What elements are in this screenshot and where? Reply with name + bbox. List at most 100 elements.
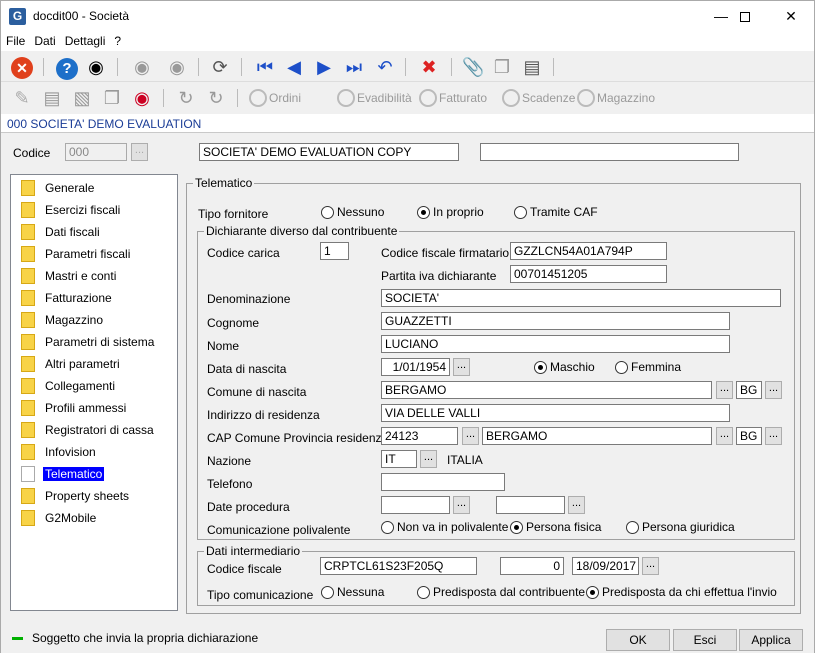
comune-nascita-lookup-button[interactable]: ... [716,381,733,399]
prov-residenza-lookup-button[interactable]: ... [765,427,782,445]
intermediario-group-title: Dati intermediario [204,544,303,558]
history-user-icon[interactable]: ↻ [205,87,227,109]
codice-field[interactable]: 000 [65,143,127,161]
denominazione-field[interactable]: SOCIETA' [381,289,781,307]
exit-icon[interactable]: ✕ [11,56,33,79]
date-procedura-to-field[interactable] [496,496,565,514]
nazione-code-field[interactable]: IT [381,450,417,468]
folder-icon [21,312,35,328]
help-icon[interactable]: ? [56,56,78,80]
interm-data-picker[interactable]: ... [642,557,659,575]
folder-icon [21,180,35,196]
descrizione2-field[interactable] [480,143,739,161]
close-window-button[interactable]: ✕ [768,1,814,31]
menu-bar: File Dati Dettagli? [1,31,814,51]
cap-field[interactable]: 24123 [381,427,458,445]
refresh-icon[interactable]: ⟳ [209,56,231,78]
ordini-button[interactable]: Ordini [249,89,301,107]
comune-residenza-field[interactable]: BERGAMO [482,427,712,445]
nome-field[interactable]: LUCIANO [381,335,730,353]
comune-residenza-lookup-button[interactable]: ... [716,427,733,445]
cf-firmatario-field[interactable]: GZZLCN54A01A794P [510,242,667,260]
menu-file[interactable]: File [1,31,29,48]
codice-carica-label: Codice carica [207,246,280,260]
ok-button[interactable]: OK [606,629,670,651]
interm-cf-field[interactable]: CRPTCL61S23F205Q [320,557,477,575]
status-text: Soggetto che invia la propria dichiarazi… [32,631,259,645]
esci-button[interactable]: Esci [673,629,737,651]
date-procedura-to-picker[interactable]: ... [568,496,585,514]
cognome-field[interactable]: GUAZZETTI [381,312,730,330]
undo-icon[interactable]: ↶ [374,56,396,78]
interm-number-field[interactable]: 0 [500,557,564,575]
main-toolbar: ✕ ? ◉ ◉ ◉ ⟳ ⏮ ◀ ▶ ⏭ ↶ ✖ 📎 ❐ ▤ [1,52,814,82]
folder-icon [21,488,35,504]
menu-dettagli[interactable]: Dettagli [60,31,110,48]
application-window: G docdit00 - Società — ✕ File Dati Dettagl… [0,0,815,653]
last-record-icon[interactable]: ⏭ [343,56,365,78]
comune-nascita-label: Comune di nascita [207,385,307,399]
denominazione-label: Denominazione [207,292,291,306]
date-procedura-from-field[interactable] [381,496,450,514]
interm-data-field[interactable]: 18/09/2017 [572,557,639,575]
indirizzo-field[interactable]: VIA DELLE VALLI [381,404,730,422]
copy-icon[interactable]: ❐ [491,56,513,78]
find-icon[interactable]: ◉ [131,56,153,78]
indirizzo-label: Indirizzo di residenza [207,408,320,422]
first-record-icon[interactable]: ⏮ [254,56,276,78]
prov-nascita-field[interactable]: BG [736,381,762,399]
binoculars-icon[interactable]: ◉ [85,56,107,78]
layout-icon[interactable]: ▤ [521,56,543,78]
folder-icon [21,224,35,240]
maximize-button[interactable] [722,1,768,31]
record-header-band: 000 SOCIETA' DEMO EVALUATION [1,114,814,133]
cap-lookup-button[interactable]: ... [462,427,479,445]
data-nascita-field[interactable]: 1/01/1954 [381,358,450,376]
copy-pages-icon[interactable]: ❐ [101,87,123,109]
tipo-comunicazione-label: Tipo comunicazione [207,588,314,602]
piva-label: Partita iva dichiarante [381,269,497,283]
next-record-icon[interactable]: ▶ [313,56,335,78]
date-procedura-label: Date procedura [207,500,290,514]
edit-pencil-icon[interactable]: ✎ [11,87,33,109]
applica-button[interactable]: Applica [739,629,803,651]
find-next-icon[interactable]: ◉ [166,56,188,78]
codice-lookup-button[interactable]: ... [131,143,148,161]
delete-icon[interactable]: ✖ [418,56,440,78]
codice-carica-field[interactable]: 1 [320,242,349,260]
nome-label: Nome [207,339,240,353]
prov-residenza-field[interactable]: BG [736,427,762,445]
comune-nascita-field[interactable]: BERGAMO [381,381,712,399]
menu-dati[interactable]: Dati [29,31,59,48]
history-icon[interactable]: ↻ [175,87,197,109]
cf-firmatario-label: Codice fiscale firmatario [381,246,510,260]
previous-record-icon[interactable]: ◀ [283,56,305,78]
list-icon[interactable]: ▧ [71,87,93,109]
menu-help[interactable]: ? [109,31,125,48]
evadibilita-button[interactable]: Evadibilità [337,89,412,107]
folder-icon [21,356,35,372]
folder-icon [21,378,35,394]
data-nascita-picker-button[interactable]: ... [453,358,470,376]
codice-label: Codice [13,146,51,160]
scadenze-button[interactable]: Scadenze [502,89,575,107]
secondary-toolbar: ✎ ▤ ▧ ❐ ◉ ↻ ↻ Ordini Evadibilità Fattura… [1,83,814,113]
attachment-icon[interactable]: 📎 [462,56,484,78]
descrizione-field[interactable]: SOCIETA' DEMO EVALUATION COPY [199,143,459,161]
fatturato-button[interactable]: Fatturato [419,89,487,107]
document-icon[interactable]: ▤ [41,87,63,109]
prov-nascita-lookup-button[interactable]: ... [765,381,782,399]
folder-icon [21,334,35,350]
comunicazione-label: Comunicazione polivalente [207,523,351,537]
folder-icon [21,246,35,262]
piva-field[interactable]: 00701451205 [510,265,667,283]
date-procedura-from-picker[interactable]: ... [453,496,470,514]
folder-icon [21,268,35,284]
status-indicator-icon [12,637,23,640]
search-person-icon[interactable]: ◉ [131,87,153,109]
interm-cf-label: Codice fiscale [207,562,282,576]
magazzino-button[interactable]: Magazzino [577,89,655,107]
nazione-lookup-button[interactable]: ... [420,450,437,468]
title-bar: G docdit00 - Società — ✕ [1,1,814,31]
telefono-field[interactable] [381,473,505,491]
